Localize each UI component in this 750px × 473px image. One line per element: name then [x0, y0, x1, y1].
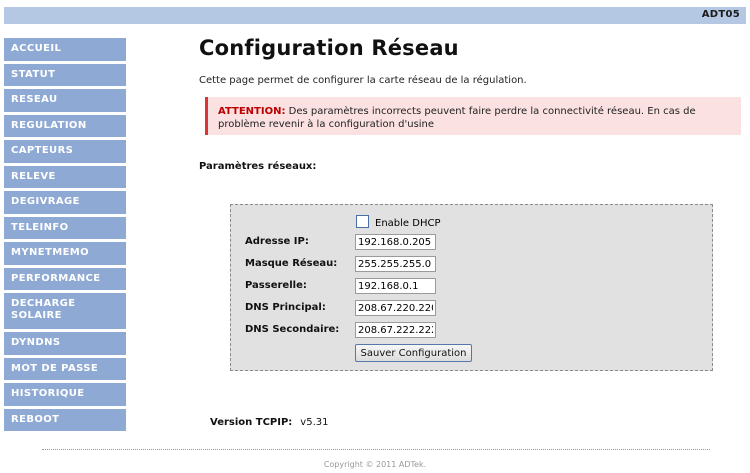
warning-label: ATTENTION:	[218, 106, 286, 117]
save-configuration-button[interactable]: Sauver Configuration	[355, 344, 472, 362]
copyright-text: Copyright © 2011 ADTek.	[323, 460, 427, 469]
top-header-bar: ADT05	[4, 7, 746, 24]
dns-secondary-label: DNS Secondaire:	[245, 324, 340, 335]
version-value: v5.31	[300, 417, 329, 428]
sidebar-item-capteurs[interactable]: CAPTEURS	[4, 140, 126, 163]
sidebar-item-decharge-solaire[interactable]: DECHARGE SOLAIRE	[4, 293, 126, 329]
dns-primary-label: DNS Principal:	[245, 302, 326, 313]
sidebar-item-releve[interactable]: RELEVE	[4, 165, 126, 188]
version-info: Version TCPIP: v5.31	[210, 417, 328, 428]
gateway-label: Passerelle:	[245, 280, 307, 291]
page-title: Configuration Réseau	[199, 36, 459, 60]
dhcp-checkbox[interactable]	[356, 215, 369, 228]
sidebar-item-mynetmemo[interactable]: MYNETMEMO	[4, 242, 126, 265]
sidebar-item-accueil[interactable]: ACCUEIL	[4, 38, 126, 61]
gateway-input[interactable]	[355, 278, 436, 294]
warning-box: ATTENTION: Des paramètres incorrects peu…	[205, 97, 741, 135]
netmask-row: Masque Réseau:	[245, 256, 705, 274]
sidebar-item-dyndns[interactable]: DYNDNS	[4, 332, 126, 355]
dhcp-row: Enable DHCP	[356, 215, 440, 229]
sidebar-item-reboot[interactable]: REBOOT	[4, 408, 126, 431]
netmask-label: Masque Réseau:	[245, 258, 338, 269]
sidebar-item-mot-de-passe[interactable]: MOT DE PASSE	[4, 357, 126, 380]
sidebar-item-regulation[interactable]: REGULATION	[4, 114, 126, 137]
dns-secondary-row: DNS Secondaire:	[245, 322, 705, 340]
device-name: ADT05	[701, 9, 740, 20]
sidebar-item-historique[interactable]: HISTORIQUE	[4, 383, 126, 406]
dns-primary-input[interactable]	[355, 300, 436, 316]
dns-secondary-input[interactable]	[355, 322, 436, 338]
dhcp-label: Enable DHCP	[375, 218, 441, 229]
footer-divider	[42, 449, 710, 450]
section-title: Paramètres réseaux:	[199, 161, 317, 172]
ip-address-input[interactable]	[355, 234, 436, 250]
sidebar-item-degivrage[interactable]: DEGIVRAGE	[4, 191, 126, 214]
gateway-row: Passerelle:	[245, 278, 705, 296]
warning-text: Des paramètres incorrects peuvent faire …	[218, 106, 696, 130]
sidebar-item-teleinfo[interactable]: TELEINFO	[4, 216, 126, 239]
network-form: Enable DHCP Adresse IP: Masque Réseau: P…	[230, 204, 713, 371]
ip-address-label: Adresse IP:	[245, 236, 309, 247]
netmask-input[interactable]	[355, 256, 436, 272]
sidebar-item-reseau[interactable]: RESEAU	[4, 89, 126, 112]
version-label: Version TCPIP:	[210, 417, 293, 428]
dns-primary-row: DNS Principal:	[245, 300, 705, 318]
ip-address-row: Adresse IP:	[245, 234, 705, 252]
sidebar-item-performance[interactable]: PERFORMANCE	[4, 267, 126, 290]
sidebar-nav: ACCUEIL STATUT RESEAU REGULATION CAPTEUR…	[4, 38, 126, 434]
page-intro: Cette page permet de configurer la carte…	[199, 75, 527, 86]
sidebar-item-statut[interactable]: STATUT	[4, 63, 126, 86]
